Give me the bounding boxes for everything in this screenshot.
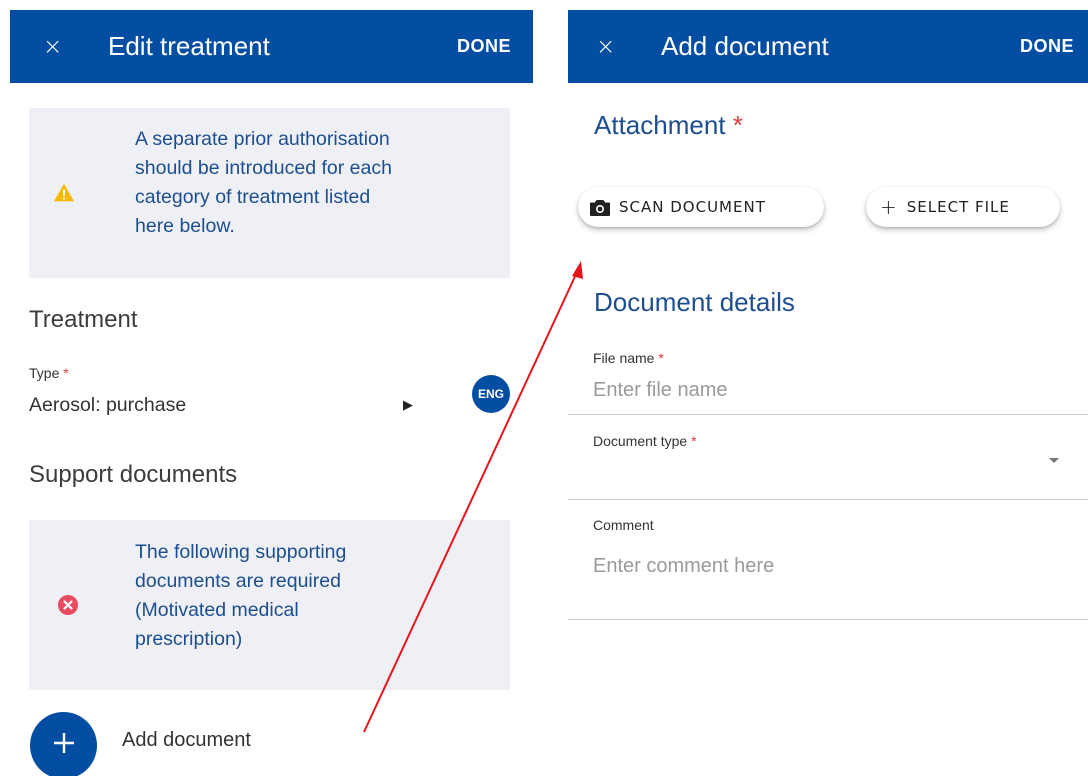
scan-document-button[interactable]: SCAN DOCUMENT bbox=[578, 187, 824, 227]
done-button[interactable]: DONE bbox=[1020, 36, 1074, 57]
error-banner: The following supporting documents are r… bbox=[29, 520, 510, 690]
add-document-label[interactable]: Add document bbox=[122, 729, 251, 752]
close-button[interactable]: × bbox=[596, 34, 615, 60]
close-button[interactable]: × bbox=[43, 34, 62, 60]
warning-line: A separate prior authorisation bbox=[135, 128, 390, 150]
plus-icon bbox=[54, 733, 74, 753]
camera-icon bbox=[590, 199, 610, 216]
error-line: (Motivated medical bbox=[135, 599, 299, 621]
error-line: The following supporting bbox=[135, 541, 347, 563]
attachment-heading: Attachment * bbox=[594, 110, 743, 141]
select-file-label: SELECT FILE bbox=[906, 198, 1010, 216]
support-documents-heading: Support documents bbox=[29, 461, 238, 488]
add-document-button[interactable] bbox=[30, 712, 97, 776]
scan-document-label: SCAN DOCUMENT bbox=[619, 198, 766, 216]
plus-icon: + bbox=[880, 195, 898, 219]
divider bbox=[568, 499, 1088, 500]
warning-line: here below. bbox=[135, 215, 235, 237]
type-label: Type * bbox=[29, 365, 69, 381]
page-title: Add document bbox=[661, 31, 829, 61]
type-label-text: Type bbox=[29, 365, 60, 381]
error-message: The following supporting documents are r… bbox=[135, 538, 346, 654]
language-badge[interactable]: ENG bbox=[472, 375, 510, 413]
page-title: Edit treatment bbox=[108, 31, 270, 61]
warning-triangle-icon bbox=[53, 183, 75, 202]
warning-line: category of treatment listed bbox=[135, 186, 371, 208]
document-details-heading: Document details bbox=[594, 287, 795, 317]
add-document-header: × Add document DONE bbox=[568, 10, 1088, 83]
required-mark: * bbox=[732, 110, 743, 140]
treatment-type-value[interactable]: Aerosol: purchase bbox=[29, 394, 186, 417]
error-line: prescription) bbox=[135, 628, 243, 650]
select-file-button[interactable]: + SELECT FILE bbox=[866, 187, 1060, 227]
done-button[interactable]: DONE bbox=[457, 36, 511, 57]
treatment-heading: Treatment bbox=[29, 306, 138, 333]
warning-banner: A separate prior authorisation should be… bbox=[29, 108, 510, 278]
required-mark: * bbox=[63, 365, 69, 381]
comment-label: Comment bbox=[593, 517, 654, 533]
comment-input[interactable] bbox=[593, 553, 1073, 579]
caret-down-icon[interactable] bbox=[1049, 458, 1059, 463]
document-type-select[interactable] bbox=[593, 447, 1073, 477]
error-circle-icon bbox=[58, 595, 78, 615]
warning-message: A separate prior authorisation should be… bbox=[135, 125, 392, 241]
file-name-input[interactable] bbox=[593, 377, 1073, 403]
required-mark: * bbox=[658, 350, 664, 366]
file-name-label-text: File name bbox=[593, 350, 655, 366]
attachment-heading-text: Attachment bbox=[594, 110, 726, 140]
edit-treatment-header: × Edit treatment DONE bbox=[10, 10, 533, 83]
error-line: documents are required bbox=[135, 570, 341, 592]
divider bbox=[568, 619, 1088, 620]
divider bbox=[568, 414, 1088, 415]
file-name-label: File name * bbox=[593, 350, 664, 366]
play-arrow-icon[interactable]: ▶ bbox=[403, 397, 413, 413]
warning-line: should be introduced for each bbox=[135, 157, 392, 179]
